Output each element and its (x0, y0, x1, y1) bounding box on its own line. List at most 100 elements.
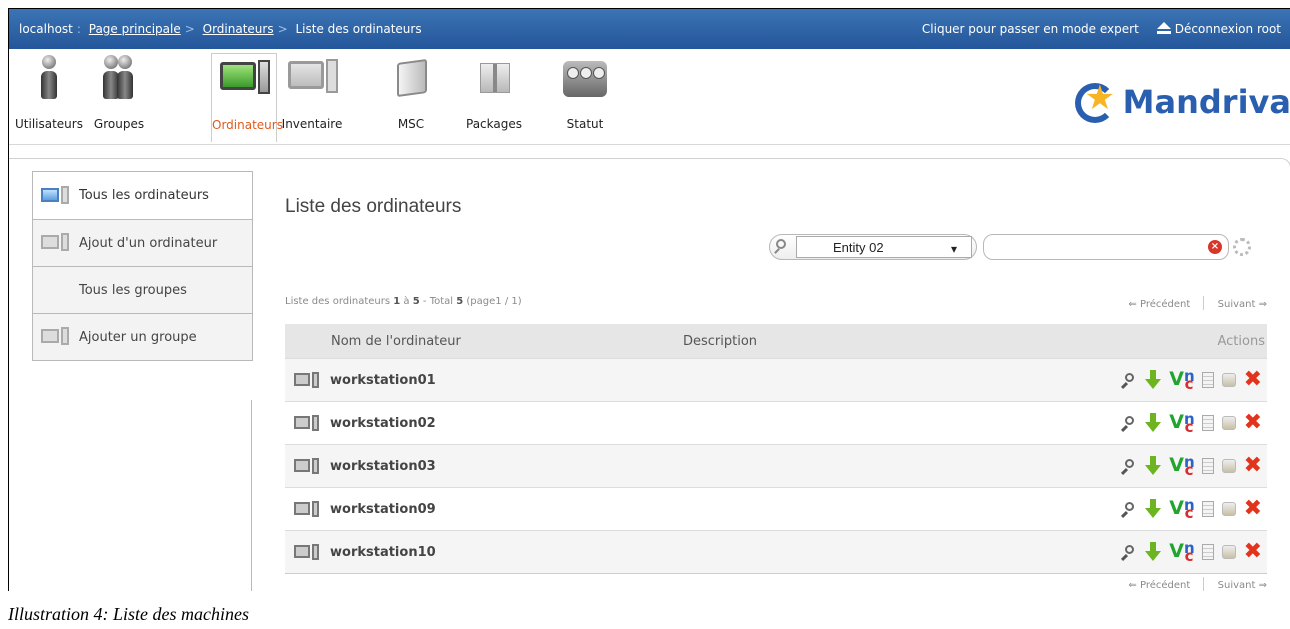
table-row[interactable]: workstation10 Vnc ✖ (285, 530, 1267, 574)
package-icon[interactable] (1221, 416, 1236, 430)
package-icon[interactable] (1221, 459, 1236, 473)
nav-item-users[interactable]: Utilisateurs (15, 53, 83, 131)
cell-description (682, 530, 882, 574)
inventory-view-icon[interactable] (1121, 458, 1137, 474)
sidebar-item-label: Tous les groupes (79, 282, 187, 298)
nav-item-packages[interactable]: Packages (459, 53, 529, 131)
history-doc-icon[interactable] (1201, 501, 1214, 517)
nav-item-inventory[interactable]: Inventaire (279, 53, 345, 131)
column-header-name[interactable]: Nom de l'ordinateur (285, 324, 682, 359)
chevron-down-icon[interactable]: ▾ (951, 242, 957, 256)
inventory-view-icon[interactable] (1121, 544, 1137, 560)
expert-mode-link[interactable]: Cliquer pour passer en mode expert (922, 22, 1139, 36)
sidebar-item-label: Tous les ordinateurs (79, 188, 209, 203)
history-doc-icon[interactable] (1201, 372, 1214, 388)
next-link[interactable]: Suivant ⇒ (1218, 299, 1267, 310)
entity-select-value: Entity 02 (833, 239, 884, 255)
cell-name: workstation03 (285, 444, 682, 488)
user-icon (23, 53, 75, 101)
history-doc-icon[interactable] (1201, 415, 1214, 431)
column-header-description[interactable]: Description (682, 324, 882, 359)
delete-icon[interactable]: ✖ (1244, 412, 1262, 434)
history-doc-icon[interactable] (1201, 458, 1214, 474)
package-icon[interactable] (1221, 373, 1236, 387)
nav-item-label: Inventaire (281, 117, 343, 131)
package-icon (468, 53, 520, 101)
nav-item-msc[interactable]: MSC (381, 53, 441, 131)
delete-icon[interactable]: ✖ (1244, 455, 1262, 477)
computer-add-icon (41, 233, 71, 253)
sidebar-item-add-group[interactable]: Ajouter un groupe (33, 313, 252, 360)
page-title: Liste des ordinateurs (285, 196, 462, 217)
logout-link[interactable]: Déconnexion root (1156, 22, 1281, 36)
workstation-icon (294, 415, 320, 431)
nav-item-computers[interactable]: Ordinateurs (211, 53, 283, 142)
pagination-summary: Liste des ordinateurs 1 à 5 - Total 5 (p… (285, 296, 522, 307)
table-row[interactable]: workstation02 Vnc ✖ (285, 401, 1267, 445)
computer-name[interactable]: workstation01 (330, 373, 436, 388)
cell-description (682, 358, 882, 402)
prev-link[interactable]: ⇐ Précédent (1128, 299, 1190, 310)
sidebar-item-label: Ajouter un groupe (79, 329, 197, 345)
vnc-icon[interactable]: Vnc (1169, 411, 1194, 435)
cell-name: workstation09 (285, 487, 682, 531)
clear-icon[interactable]: × (1208, 240, 1222, 254)
sidebar-item-all-computers[interactable]: Tous les ordinateurs (33, 172, 252, 219)
cell-actions: Vnc ✖ (881, 358, 1267, 402)
nav-item-label: MSC (397, 117, 425, 131)
inventory-view-icon[interactable] (1121, 415, 1137, 431)
cell-description (682, 487, 882, 531)
inventory-view-icon[interactable] (1121, 372, 1137, 388)
vnc-icon[interactable]: Vnc (1169, 368, 1194, 392)
group-add-icon (41, 327, 71, 347)
logout-label: Déconnexion root (1174, 22, 1281, 36)
nav-item-label: Packages (466, 117, 522, 131)
delete-icon[interactable]: ✖ (1244, 369, 1262, 391)
deploy-download-icon[interactable] (1145, 370, 1162, 390)
computer-name[interactable]: workstation09 (330, 502, 436, 517)
deploy-download-icon[interactable] (1145, 499, 1162, 519)
workstation-icon (294, 372, 320, 388)
computer-name[interactable]: workstation10 (330, 545, 436, 560)
nav-item-groups[interactable]: Groupes (87, 53, 151, 131)
nav-item-label: Statut (566, 117, 604, 131)
nav-item-label: Groupes (93, 117, 145, 131)
sidebar-divider (251, 400, 252, 591)
table-row[interactable]: workstation01 Vnc ✖ (285, 358, 1267, 402)
package-icon[interactable] (1221, 545, 1236, 559)
vnc-icon[interactable]: Vnc (1169, 540, 1194, 564)
table-row[interactable]: workstation09 Vnc ✖ (285, 487, 1267, 531)
delete-icon[interactable]: ✖ (1244, 541, 1262, 563)
table-header: Nom de l'ordinateur Description Actions (285, 324, 1267, 359)
star-icon: ★ (1074, 79, 1121, 125)
sidebar-item-add-computer[interactable]: Ajout d'un ordinateur (33, 219, 252, 266)
pagination-summary-row: Liste des ordinateurs 1 à 5 - Total 5 (p… (285, 296, 1267, 310)
nav-item-status[interactable]: Statut (557, 53, 613, 131)
prev-link[interactable]: ⇐ Précédent (1128, 580, 1190, 591)
breadcrumb-home-link[interactable]: Page principale (89, 22, 181, 36)
workstation-icon (294, 458, 320, 474)
delete-icon[interactable]: ✖ (1244, 498, 1262, 520)
deploy-download-icon[interactable] (1145, 456, 1162, 476)
pagination-nav-top: ⇐ Précédent Suivant ⇒ (1128, 296, 1267, 310)
sidebar-item-label: Ajout d'un ordinateur (79, 235, 218, 251)
vnc-icon[interactable]: Vnc (1169, 497, 1194, 521)
sidebar-item-all-groups[interactable]: Tous les groupes (33, 266, 252, 313)
pagination-nav-bottom: ⇐ Précédent Suivant ⇒ (1128, 577, 1267, 591)
deploy-download-icon[interactable] (1145, 542, 1162, 562)
computer-name[interactable]: workstation03 (330, 459, 436, 474)
vnc-icon[interactable]: Vnc (1169, 454, 1194, 478)
top-bar: localhost: Page principale > Ordinateurs >… (9, 9, 1290, 49)
entity-select[interactable]: Entity 02 ▾ (796, 236, 972, 258)
deploy-download-icon[interactable] (1145, 413, 1162, 433)
loading-spinner-icon (1233, 238, 1251, 256)
next-link[interactable]: Suivant ⇒ (1218, 580, 1267, 591)
computer-name[interactable]: workstation02 (330, 416, 436, 431)
breadcrumb-computers-link[interactable]: Ordinateurs (203, 22, 274, 36)
cell-description (682, 444, 882, 488)
search-input[interactable]: × (983, 234, 1229, 260)
package-icon[interactable] (1221, 502, 1236, 516)
history-doc-icon[interactable] (1201, 544, 1214, 560)
table-row[interactable]: workstation03 Vnc ✖ (285, 444, 1267, 488)
inventory-view-icon[interactable] (1121, 501, 1137, 517)
